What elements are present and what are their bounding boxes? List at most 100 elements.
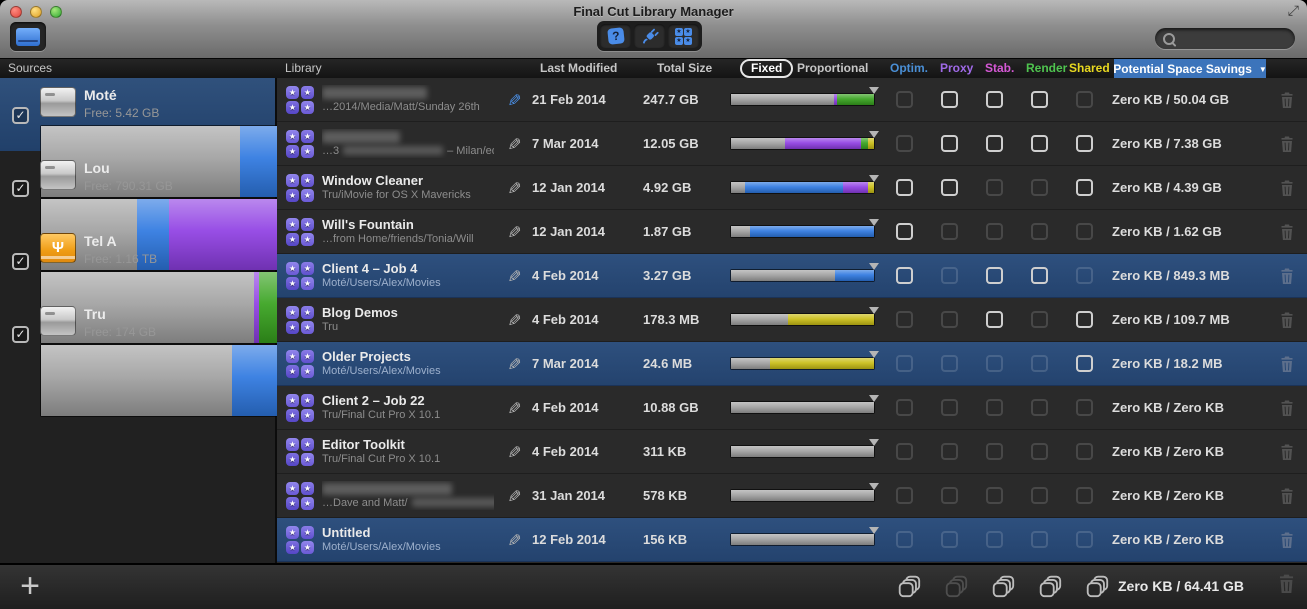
rename-pencil-icon[interactable]: ✎ — [503, 483, 523, 509]
trash-icon[interactable] — [1280, 312, 1294, 328]
optim-checkbox[interactable] — [896, 311, 913, 328]
library-row[interactable]: ★★★★ Will's Fountain …from Home/friends/… — [277, 210, 1307, 254]
render-checkbox[interactable] — [1031, 355, 1048, 372]
library-row[interactable]: ★★★★ …Dave and Matt/ ✎ 31 Jan 2014 578 K… — [277, 474, 1307, 518]
optim-checkbox[interactable] — [896, 223, 913, 240]
proxy-checkbox[interactable] — [941, 179, 958, 196]
shared-checkbox[interactable] — [1076, 91, 1093, 108]
bar-marker[interactable] — [869, 307, 879, 314]
bar-marker[interactable] — [869, 263, 879, 270]
render-checkbox[interactable] — [1031, 91, 1048, 108]
shared-checkbox[interactable] — [1076, 399, 1093, 416]
shared-checkbox[interactable] — [1076, 487, 1093, 504]
bar-marker[interactable] — [869, 351, 879, 358]
shared-checkbox[interactable] — [1076, 443, 1093, 460]
bulk-checkbox-stack-icon[interactable] — [991, 574, 1017, 600]
column-potential-space-savings[interactable]: Potential Space Savings ▼ — [1114, 59, 1266, 79]
trash-icon[interactable] — [1280, 400, 1294, 416]
stab-checkbox[interactable] — [986, 443, 1003, 460]
shared-checkbox[interactable] — [1076, 179, 1093, 196]
optim-checkbox[interactable] — [896, 443, 913, 460]
bar-marker[interactable] — [869, 87, 879, 94]
bulk-checkbox-stack-icon[interactable] — [897, 574, 923, 600]
optim-checkbox[interactable] — [896, 267, 913, 284]
bar-marker[interactable] — [869, 219, 879, 226]
connected-volumes-button[interactable] — [634, 24, 665, 48]
library-row[interactable]: ★★★★ Client 4 – Job 4 Moté/Users/Alex/Mo… — [277, 254, 1307, 298]
library-icon[interactable]: ★★★★ — [286, 482, 314, 510]
trash-icon[interactable] — [1280, 136, 1294, 152]
library-icon[interactable]: ★★★★ — [286, 350, 314, 378]
bar-marker[interactable] — [869, 131, 879, 138]
fullscreen-icon[interactable]: ⤢ — [1288, 2, 1299, 19]
proxy-checkbox[interactable] — [941, 399, 958, 416]
render-checkbox[interactable] — [1031, 135, 1048, 152]
rename-pencil-icon[interactable]: ✎ — [503, 395, 523, 421]
libraries-button[interactable]: ★★★★ — [668, 24, 699, 48]
bulk-checkbox-stack-icon[interactable] — [1038, 574, 1064, 600]
optim-checkbox[interactable] — [896, 135, 913, 152]
stab-checkbox[interactable] — [986, 399, 1003, 416]
library-icon[interactable]: ★★★★ — [286, 130, 314, 158]
stab-checkbox[interactable] — [986, 135, 1003, 152]
bar-mode-proportional-toggle[interactable]: Proportional — [797, 61, 868, 75]
bar-marker[interactable] — [869, 175, 879, 182]
source-item[interactable]: ✓ Lou Free: 790.31 GB — [0, 151, 275, 224]
shared-checkbox[interactable] — [1076, 311, 1093, 328]
stab-checkbox[interactable] — [986, 267, 1003, 284]
source-checkbox[interactable]: ✓ — [12, 253, 29, 270]
rename-pencil-icon[interactable]: ✎ — [503, 351, 523, 377]
rename-pencil-icon[interactable]: ✎ — [503, 307, 523, 333]
source-item[interactable]: ✓ Ψ Tel A Free: 1.16 TB — [0, 224, 275, 297]
library-row[interactable]: ★★★★ Editor Toolkit Tru/Final Cut Pro X … — [277, 430, 1307, 474]
bulk-checkbox-stack-icon[interactable] — [1085, 574, 1111, 600]
library-row[interactable]: ★★★★ …2014/Media/Matt/Sunday 26th ✎ 21 F… — [277, 78, 1307, 122]
library-row[interactable]: ★★★★ Untitled Moté/Users/Alex/Movies ✎ 1… — [277, 518, 1307, 562]
optim-checkbox[interactable] — [896, 91, 913, 108]
proxy-checkbox[interactable] — [941, 443, 958, 460]
bar-marker[interactable] — [869, 439, 879, 446]
column-shared[interactable]: Shared — [1069, 61, 1110, 75]
trash-icon[interactable] — [1280, 488, 1294, 504]
library-icon[interactable]: ★★★★ — [286, 306, 314, 334]
bar-marker[interactable] — [869, 527, 879, 534]
optim-checkbox[interactable] — [896, 531, 913, 548]
render-checkbox[interactable] — [1031, 487, 1048, 504]
shared-checkbox[interactable] — [1076, 531, 1093, 548]
render-checkbox[interactable] — [1031, 267, 1048, 284]
proxy-checkbox[interactable] — [941, 311, 958, 328]
source-checkbox[interactable]: ✓ — [12, 326, 29, 343]
stab-checkbox[interactable] — [986, 91, 1003, 108]
source-checkbox[interactable]: ✓ — [12, 107, 29, 124]
orphaned-libraries-button[interactable]: ? — [600, 24, 631, 48]
library-row[interactable]: ★★★★ Window Cleaner Tru/iMovie for OS X … — [277, 166, 1307, 210]
search-field[interactable] — [1155, 28, 1295, 49]
render-checkbox[interactable] — [1031, 223, 1048, 240]
render-checkbox[interactable] — [1031, 531, 1048, 548]
library-icon[interactable]: ★★★★ — [286, 394, 314, 422]
stab-checkbox[interactable] — [986, 179, 1003, 196]
bulk-trash-icon[interactable] — [1278, 574, 1295, 593]
stab-checkbox[interactable] — [986, 531, 1003, 548]
trash-icon[interactable] — [1280, 268, 1294, 284]
proxy-checkbox[interactable] — [941, 487, 958, 504]
trash-icon[interactable] — [1280, 224, 1294, 240]
proxy-checkbox[interactable] — [941, 223, 958, 240]
source-checkbox[interactable]: ✓ — [12, 180, 29, 197]
library-icon[interactable]: ★★★★ — [286, 438, 314, 466]
stab-checkbox[interactable] — [986, 355, 1003, 372]
library-row[interactable]: ★★★★ Blog Demos Tru ✎ 4 Feb 2014 178.3 M… — [277, 298, 1307, 342]
trash-icon[interactable] — [1280, 444, 1294, 460]
rename-pencil-icon[interactable]: ✎ — [503, 87, 523, 113]
toggle-sources-button[interactable] — [10, 22, 46, 51]
search-input[interactable] — [1181, 31, 1287, 47]
rename-pencil-icon[interactable]: ✎ — [503, 439, 523, 465]
library-row[interactable]: ★★★★ Older Projects Moté/Users/Alex/Movi… — [277, 342, 1307, 386]
shared-checkbox[interactable] — [1076, 135, 1093, 152]
column-last-modified[interactable]: Last Modified — [540, 61, 617, 75]
library-icon[interactable]: ★★★★ — [286, 526, 314, 554]
rename-pencil-icon[interactable]: ✎ — [503, 131, 523, 157]
proxy-checkbox[interactable] — [941, 135, 958, 152]
trash-icon[interactable] — [1280, 356, 1294, 372]
column-proxy[interactable]: Proxy — [940, 61, 973, 75]
